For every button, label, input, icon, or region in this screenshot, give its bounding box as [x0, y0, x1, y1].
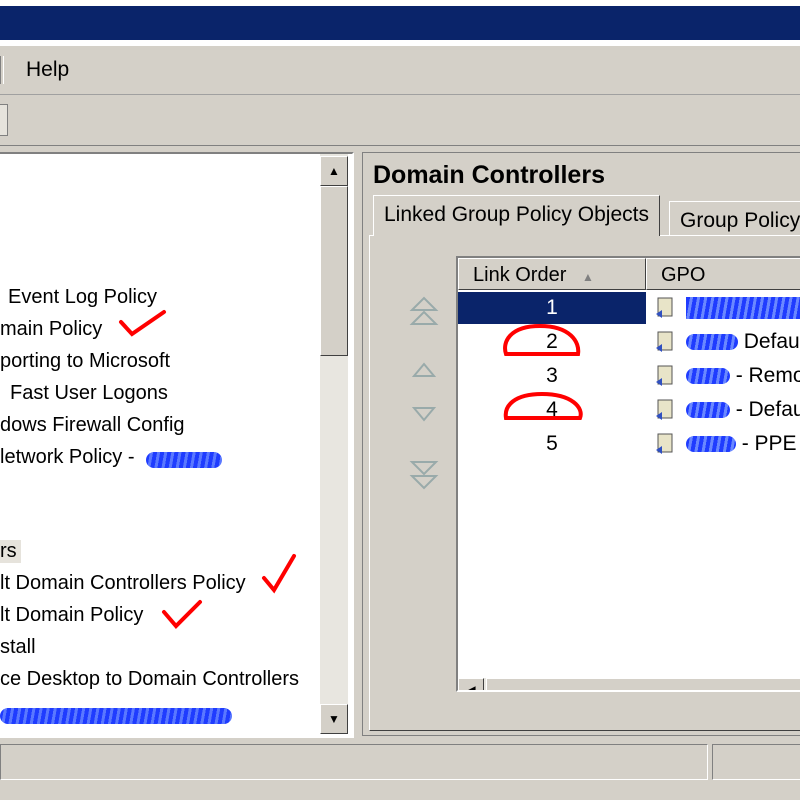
redaction-mark — [685, 436, 736, 453]
scroll-up-icon[interactable]: ▲ — [320, 156, 348, 186]
redaction-mark — [146, 452, 222, 468]
status-section — [712, 744, 800, 780]
gpo-link-icon — [656, 331, 673, 353]
link-order-cell: 4 — [546, 398, 558, 421]
toolbar — [0, 95, 800, 146]
gpo-cell: Defau — [654, 326, 800, 358]
menu-bar: Help — [0, 48, 800, 95]
toolbar-button[interactable] — [0, 104, 8, 136]
tree-item-default-dc-policy[interactable]: lt Domain Controllers Policy — [0, 572, 246, 595]
scroll-left-icon[interactable]: ◀ — [458, 678, 484, 690]
link-order-cell: 3 — [546, 364, 558, 387]
gpo-cell: - Defau — [654, 394, 800, 426]
gpo-name: Defau — [743, 330, 800, 353]
gpo-link-icon — [656, 433, 673, 455]
tree-item-fast-user-logons[interactable]: Fast User Logons — [10, 382, 168, 405]
table-row[interactable]: 1 — [458, 292, 800, 324]
table-row[interactable]: 3 - Remo — [458, 360, 800, 392]
move-bottom-icon[interactable] — [406, 454, 442, 494]
link-order-cell: 5 — [546, 432, 558, 455]
tree-item-firewall-config[interactable]: dows Firewall Config — [0, 414, 185, 437]
tree-item-network-policy[interactable]: letwork Policy - — [0, 446, 134, 469]
column-link-order[interactable]: Link Order ▲ — [458, 258, 646, 290]
gpo-name: - Defau — [735, 398, 800, 421]
page-title: Domain Controllers — [373, 161, 605, 189]
gpo-link-icon — [656, 297, 673, 319]
tree-item-remote-desktop[interactable]: ce Desktop to Domain Controllers — [0, 668, 299, 691]
tree-item-error-reporting[interactable]: porting to Microsoft — [0, 350, 170, 373]
gpo-link-icon — [656, 365, 673, 387]
table-row[interactable]: 5 - PPE i — [458, 428, 800, 460]
redaction-mark — [685, 368, 730, 385]
menu-help[interactable]: Help — [26, 58, 69, 82]
gpo-name: - PPE i — [741, 432, 800, 455]
scroll-thumb[interactable] — [486, 678, 800, 690]
tab-group-policy-inheritance[interactable]: Group Policy — [669, 201, 800, 236]
list-horizontal-scrollbar[interactable]: ◀ — [458, 678, 800, 690]
gpo-name: - Remo — [735, 364, 800, 387]
gpo-cell: - PPE i — [654, 428, 800, 460]
link-order-cell: 2 — [546, 330, 558, 353]
link-order-cell: 1 — [458, 292, 646, 324]
details-pane: Domain Controllers Linked Group Policy O… — [362, 152, 800, 736]
column-link-order-label: Link Order — [473, 264, 567, 286]
status-bar — [0, 744, 800, 800]
gpo-cell: - Remo — [654, 360, 800, 392]
tree-item-install[interactable]: stall — [0, 636, 36, 659]
status-section — [0, 744, 708, 780]
tree-item-domain-controllers[interactable]: rs — [0, 540, 21, 563]
move-top-icon[interactable] — [406, 292, 442, 332]
console-tree[interactable]: Event Log Policy main Policy porting to … — [0, 152, 354, 738]
table-row[interactable]: 2 Defau — [458, 326, 800, 358]
tab-panel: Link Order ▲ GPO 1 2 Defau 3 - Remo 4 - … — [369, 235, 800, 731]
scroll-thumb[interactable] — [320, 186, 348, 356]
tab-linked-gpos[interactable]: Linked Group Policy Objects — [373, 195, 660, 236]
tree-item-event-log-policy[interactable]: Event Log Policy — [8, 286, 157, 309]
table-row[interactable]: 4 - Defau — [458, 394, 800, 426]
scroll-down-icon[interactable]: ▼ — [320, 704, 348, 734]
title-bar-fill — [0, 6, 800, 40]
redaction-mark — [685, 402, 730, 419]
column-gpo[interactable]: GPO — [646, 258, 800, 290]
tree-vertical-scrollbar[interactable]: ▲ ▼ — [320, 154, 348, 734]
redaction-mark — [685, 334, 738, 351]
redaction-mark — [685, 297, 800, 320]
gpo-link-list[interactable]: Link Order ▲ GPO 1 2 Defau 3 - Remo 4 - … — [456, 256, 800, 692]
gpo-link-icon — [656, 399, 673, 421]
redaction-mark — [0, 708, 232, 724]
tree-item-default-domain-policy[interactable]: lt Domain Policy — [0, 604, 143, 627]
sort-ascending-icon: ▲ — [581, 270, 594, 284]
move-up-icon[interactable] — [406, 350, 442, 390]
title-bar — [0, 0, 800, 46]
menu-separator — [0, 56, 4, 84]
tree-item-domain-policy[interactable]: main Policy — [0, 318, 102, 341]
move-down-icon[interactable] — [406, 396, 442, 436]
gpo-cell — [654, 292, 800, 324]
